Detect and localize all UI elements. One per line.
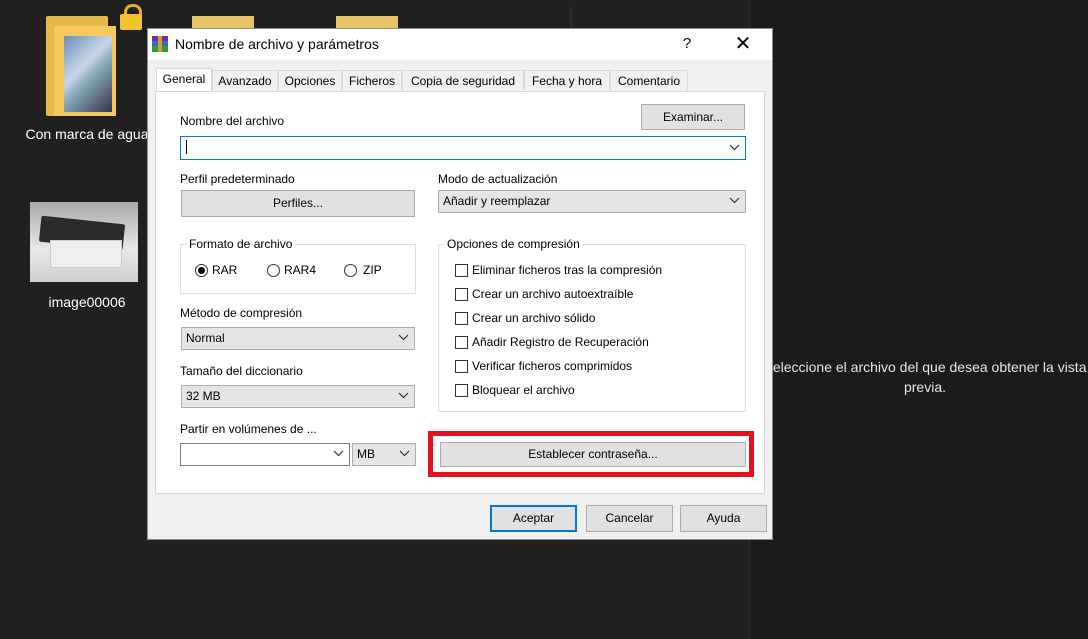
browse-button[interactable]: Examinar... (641, 104, 745, 130)
preview-message: Seleccione el archivo del que desea obte… (763, 359, 1087, 395)
chevron-down-icon[interactable] (729, 142, 740, 153)
rar-label[interactable]: RAR (212, 263, 237, 277)
verify-files-checkbox[interactable] (455, 360, 468, 373)
close-icon[interactable]: ✕ (728, 31, 758, 57)
zip-radio[interactable] (344, 264, 357, 277)
update-mode-value: Añadir y reemplazar (443, 194, 551, 208)
lock-icon (120, 4, 142, 30)
chevron-down-icon[interactable] (399, 448, 410, 459)
recovery-record-label[interactable]: Añadir Registro de Recuperación (472, 335, 649, 349)
background-window-edge (570, 6, 572, 28)
tab-backup[interactable]: Copia de seguridad (402, 70, 524, 90)
compression-method-select[interactable]: Normal (181, 327, 415, 350)
recovery-record-checkbox[interactable] (455, 336, 468, 349)
update-mode-select[interactable]: Añadir y reemplazar (438, 190, 746, 213)
rar-radio[interactable] (195, 264, 208, 277)
winrar-app-icon (152, 36, 168, 52)
folder-preview-image (64, 36, 112, 112)
split-volumes-label: Partir en volúmenes de ... (180, 422, 317, 436)
archive-format-group: Formato de archivo RAR RAR4 ZIP (180, 237, 416, 294)
tab-options[interactable]: Opciones (278, 70, 342, 90)
rar4-radio[interactable] (267, 264, 280, 277)
tab-general[interactable]: General (156, 68, 212, 92)
image-thumbnail-icon[interactable] (30, 202, 138, 282)
text-caret (186, 140, 187, 154)
archive-settings-dialog: Nombre de archivo y parámetros ? ✕ Gener… (147, 28, 773, 540)
cancel-button[interactable]: Cancelar (586, 505, 673, 532)
tab-advanced[interactable]: Avanzado (212, 70, 278, 90)
sfx-label[interactable]: Crear un archivo autoextraíble (472, 287, 633, 301)
filename-label: Nombre del archivo (180, 114, 285, 128)
folder-icon[interactable] (46, 16, 126, 120)
dictionary-size-value: 32 MB (186, 389, 221, 403)
compression-method-label: Método de compresión (180, 306, 303, 320)
chevron-down-icon[interactable] (398, 332, 409, 343)
delete-files-label[interactable]: Eliminar ficheros tras la compresión (472, 263, 662, 277)
verify-files-label[interactable]: Verificar ficheros comprimidos (472, 359, 632, 373)
compression-options-group: Opciones de compresión Eliminar ficheros… (438, 237, 746, 412)
title-bar[interactable]: Nombre de archivo y parámetros ? ✕ (148, 29, 772, 60)
tab-comment[interactable]: Comentario (610, 70, 688, 90)
compression-options-title: Opciones de compresión (444, 237, 583, 251)
dictionary-size-select[interactable]: 32 MB (181, 385, 415, 408)
compression-method-value: Normal (186, 331, 225, 345)
sfx-checkbox[interactable] (455, 288, 468, 301)
chevron-down-icon[interactable] (398, 390, 409, 401)
chevron-down-icon[interactable] (729, 195, 740, 206)
update-mode-label: Modo de actualización (438, 172, 558, 186)
help-button[interactable]: Ayuda (680, 505, 767, 532)
tab-date-time[interactable]: Fecha y hora (524, 70, 610, 90)
dictionary-size-label: Tamaño del diccionario (180, 364, 303, 378)
lock-archive-checkbox[interactable] (455, 384, 468, 397)
zip-label[interactable]: ZIP (363, 263, 382, 277)
archive-format-title: Formato de archivo (186, 237, 296, 251)
preview-pane: Seleccione el archivo del que desea obte… (750, 0, 1088, 639)
ok-button[interactable]: Aceptar (490, 505, 577, 532)
volume-unit-value: MB (357, 447, 375, 461)
desktop-icon-label[interactable]: Con marca de agua (22, 124, 152, 144)
rar4-label[interactable]: RAR4 (284, 263, 316, 277)
solid-archive-label[interactable]: Crear un archivo sólido (472, 311, 595, 325)
chevron-down-icon[interactable] (333, 448, 344, 459)
lock-archive-label[interactable]: Bloquear el archivo (472, 383, 575, 397)
solid-archive-checkbox[interactable] (455, 312, 468, 325)
split-volumes-combobox[interactable] (180, 443, 350, 466)
desktop-icon-label[interactable]: image00006 (22, 292, 152, 312)
profiles-button[interactable]: Perfiles... (181, 190, 415, 217)
profile-label: Perfil predeterminado (180, 172, 295, 186)
filename-combobox[interactable] (180, 136, 746, 160)
help-icon[interactable]: ? (674, 31, 700, 57)
delete-files-checkbox[interactable] (455, 264, 468, 277)
dialog-title: Nombre de archivo y parámetros (175, 36, 379, 52)
volume-unit-select[interactable]: MB (352, 443, 416, 466)
highlight-annotation (428, 431, 754, 477)
tab-files[interactable]: Ficheros (342, 70, 402, 90)
